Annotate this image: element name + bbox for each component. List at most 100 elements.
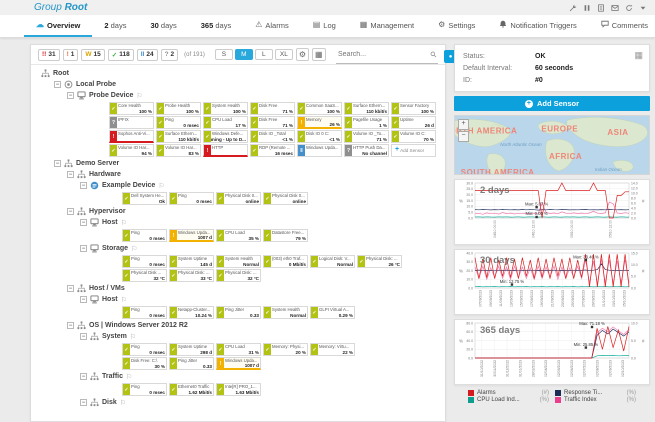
sensor-tile[interactable]: ✓Logical Disk: V...Normal [310, 255, 355, 268]
sensor-tile[interactable]: ✓Physical Disk: ...32 °C [216, 269, 261, 282]
map-zoom-out-button[interactable]: − [458, 131, 469, 142]
sensor-tile[interactable]: ✓CPU Load17 % [203, 116, 248, 129]
chart-365-days[interactable]: 0.020.040.060.080.00.05.010.031/10/20223… [454, 319, 650, 385]
collapse-toggle-icon[interactable]: − [67, 208, 74, 215]
sensor-tile[interactable]: !HTTP [203, 144, 248, 157]
sensor-tile[interactable]: ✓Volume IO Har...83 % [156, 144, 201, 157]
tree-node-host[interactable]: −Host⚐ [37, 217, 439, 228]
status-filter-badge[interactable]: ?2 [161, 49, 179, 61]
sensor-tile[interactable]: ✓Volume IO Har...94 % [109, 144, 154, 157]
sensor-tile[interactable]: ✓GLPI Virtual A...0.29 % [310, 306, 355, 319]
tree-node-system[interactable]: −System⚐ [37, 331, 439, 342]
tree-node-hypervisor[interactable]: −Hypervisor [37, 206, 439, 217]
collapse-toggle-icon[interactable]: − [80, 219, 87, 226]
sensor-tile[interactable]: !Windows Upda...1007 d [169, 229, 214, 242]
sensor-tile[interactable]: ✓Sensor Factory100 % [391, 102, 436, 115]
collapse-toggle-icon[interactable]: − [80, 296, 87, 303]
collapse-toggle-icon[interactable]: − [80, 245, 87, 252]
legend-item[interactable]: CPU Load Ind...(%) [468, 397, 549, 403]
tree-node-host[interactable]: −Host⚐ [37, 294, 439, 305]
refresh-icon[interactable] [624, 3, 633, 12]
status-filter-badge[interactable]: !1 [63, 49, 79, 61]
sensor-tile[interactable]: ✓(003) eth0 Traf...0 Mbit/s [263, 255, 308, 268]
sensor-tile[interactable]: ✓System Uptime145 d [169, 255, 214, 268]
sensor-tile[interactable]: ✓Physical Disk 0...online [216, 192, 261, 205]
collapse-toggle-icon[interactable]: − [80, 333, 87, 340]
geo-map[interactable]: North Atlantic OceanIndian Ocean NORTH A… [454, 115, 650, 175]
sensor-tile[interactable]: ✓Probe Health100 % [156, 102, 201, 115]
tile-size-button-xl[interactable]: XL [275, 49, 293, 60]
chart-30-days[interactable]: 0.010.020.030.040.00.05.010.015.007/09/2… [454, 249, 650, 315]
sensor-tile[interactable]: ✓Datastore Free...79 % [263, 229, 308, 242]
tab-settings[interactable]: ⚙Settings [426, 15, 487, 37]
tree-node-disk[interactable]: −Disk⚐ [37, 397, 439, 408]
collapse-toggle-icon[interactable]: − [80, 373, 87, 380]
sensor-tile[interactable]: ✓Physical Disk ...32 °C [122, 269, 167, 282]
tab-365-days[interactable]: 365 days [189, 15, 243, 37]
tab-alarms[interactable]: ⚠Alarms [243, 15, 301, 37]
tab-2-days[interactable]: 2 days [92, 15, 138, 37]
sensor-tile[interactable]: ✓Core Health100 % [109, 102, 154, 115]
sensor-tile[interactable]: ✓Physical Disk: ...26 °C [357, 255, 402, 268]
wrench-icon[interactable] [568, 3, 577, 12]
collapse-toggle-icon[interactable]: − [54, 160, 61, 167]
report-icon[interactable] [596, 3, 605, 12]
tree-node-demo-server[interactable]: −Demo Server [37, 158, 439, 169]
sensor-tile[interactable]: ✓System HealthNormal [216, 255, 261, 268]
add-sensor-button[interactable]: + Add Sensor [454, 96, 650, 111]
sensor-tile[interactable]: ✓Common SaaS...100 % [297, 102, 342, 115]
chart-2-days[interactable]: 0.05.010.015.020.025.030.00.02.04.06.08.… [454, 179, 650, 245]
status-filter-badge[interactable]: II24 [137, 49, 158, 61]
sensor-tile[interactable]: ✓System Uptime298 d [169, 343, 214, 356]
sensor-tile[interactable]: ✓Dell System He...Ok [122, 192, 167, 205]
collapse-toggle-icon[interactable]: − [67, 322, 74, 329]
collapse-toggle-icon[interactable]: − [80, 399, 87, 406]
sensor-tile[interactable]: ✓Ping0 msec [122, 306, 167, 319]
sensor-tile[interactable]: ✓CPU Load31 % [216, 343, 261, 356]
tree-node-root[interactable]: Root [37, 68, 439, 79]
add-sensor-tile[interactable]: +Add Sensor [391, 144, 436, 157]
status-filter-badge[interactable]: ✓118 [108, 49, 134, 61]
tab-log[interactable]: ▤Log [301, 15, 348, 37]
search-input[interactable] [336, 50, 430, 59]
tree-settings-button[interactable]: ⚙ [296, 48, 309, 61]
sensor-tile[interactable]: ✓Netapp-Cluster...10.24 % [169, 306, 214, 319]
sensor-tile[interactable]: ✓Inte[R] PRO_1...1.63 Mbit/s [216, 383, 261, 396]
sensor-tile[interactable]: ✓Ping0 msec [122, 229, 167, 242]
tab-comments[interactable]: Comments [589, 15, 655, 37]
legend-item[interactable]: Alarms(#) [468, 390, 549, 396]
view-grid-button[interactable]: ▦ [312, 48, 326, 61]
qr-code-icon[interactable]: ▦ [634, 50, 643, 61]
tile-size-button-m[interactable]: M [235, 49, 253, 60]
status-filter-badge[interactable]: W15 [81, 49, 104, 61]
tab-overview[interactable]: ☁Overview [24, 15, 92, 37]
sensor-tile[interactable]: !Windows Upda...1007 d [216, 357, 261, 370]
sensor-tile[interactable]: ?HTTP Push Da...No channel [344, 144, 389, 157]
sensor-tile[interactable]: !Memory26 % [297, 116, 342, 129]
sensor-tile[interactable]: ✓Disk Free71 % [250, 116, 295, 129]
pause-icon[interactable] [582, 3, 591, 12]
sensor-tile[interactable]: ✓Ping0 msec [122, 343, 167, 356]
tree-node-host-vms[interactable]: −Host / VMs [37, 283, 439, 294]
sensor-tile[interactable]: ✓Ping0 msec [122, 383, 167, 396]
tree-node-hardware[interactable]: −Hardware [37, 169, 439, 180]
collapse-toggle-icon[interactable]: − [80, 182, 87, 189]
sensor-tile[interactable]: ✓Memory: Physi...20 % [263, 343, 308, 356]
tree-node-traffic[interactable]: −Traffic⚐ [37, 371, 439, 382]
sensor-tile[interactable]: ✓Disk Free71 % [250, 102, 295, 115]
sensor-tile[interactable]: ✓Physical Disk 0...online [263, 192, 308, 205]
sensor-tile[interactable]: !Sophos Anti-Vi... [109, 130, 154, 143]
sensor-tile[interactable]: ✓Ping0 msec [169, 192, 214, 205]
tree-node-example-device[interactable]: −Example Device⚐ [37, 180, 439, 191]
tile-size-button-l[interactable]: L [255, 49, 273, 60]
sensor-tile[interactable]: ✓System Health100 % [203, 102, 248, 115]
sensor-tile[interactable]: ✓Ping0 msec [122, 255, 167, 268]
sensor-tile[interactable]: ?IPFIX [109, 116, 154, 129]
caret-down-icon[interactable] [638, 3, 647, 12]
sensor-tile[interactable]: ✓Pagefile Usage1 % [344, 116, 389, 129]
sensor-tile[interactable]: ✓Volume IO _To...71 % [344, 130, 389, 143]
sensor-tile[interactable]: ✓Disk IO 0 C:<1 % [297, 130, 342, 143]
sensor-tile[interactable]: ✓Uptime26 d [391, 116, 436, 129]
sensor-tile[interactable]: ✓Ethernet0 Traffic1.62 Mbit/s [169, 383, 214, 396]
sensor-tile[interactable]: ✓RDP (Remote ...16 msec [250, 144, 295, 157]
